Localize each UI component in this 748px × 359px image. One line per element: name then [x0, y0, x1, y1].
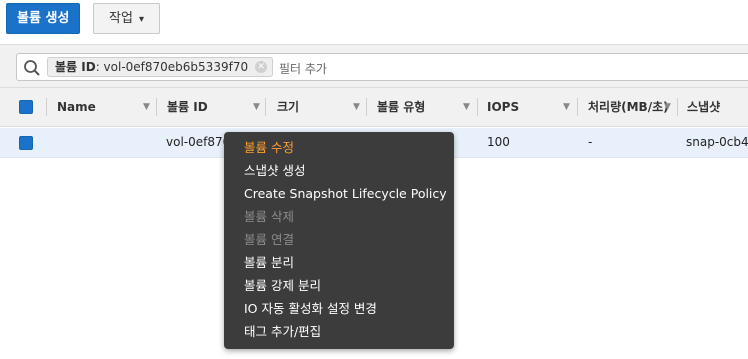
menu-item-modify-volume[interactable]: 볼륨 수정: [224, 136, 454, 159]
cell-throughput: -: [588, 135, 593, 149]
menu-item-edit-tags[interactable]: 태그 추가/편집: [224, 320, 454, 343]
table-header: Name ▼ 볼륨 ID ▼ 크기 ▼ 볼륨 유형 ▼ IOPS ▼ 처리량(M…: [0, 87, 748, 127]
menu-item-delete-volume: 볼륨 삭제: [244, 209, 294, 224]
menu-item-detach-volume[interactable]: 볼륨 분리: [224, 251, 454, 274]
filter-token[interactable]: 볼륨 ID: vol-0ef870eb6b5339f70 ✕: [47, 57, 274, 77]
select-all-checkbox[interactable]: [19, 100, 33, 114]
column-volume-type[interactable]: 볼륨 유형 ▼: [377, 88, 475, 126]
column-divider: [677, 98, 678, 116]
column-divider: [577, 98, 578, 116]
column-divider: [366, 98, 367, 116]
column-divider: [156, 98, 157, 116]
close-icon[interactable]: ✕: [255, 61, 268, 73]
menu-item-change-auto-enable-io[interactable]: IO 자동 활성화 설정 변경: [224, 297, 454, 320]
filter-bar: 볼륨 ID: vol-0ef870eb6b5339f70 ✕ 필터 추가: [0, 44, 748, 87]
sort-icon[interactable]: ▼: [143, 88, 150, 126]
column-volume-id[interactable]: 볼륨 ID ▼: [167, 88, 265, 126]
chevron-down-icon: ▾: [138, 14, 144, 25]
actions-button-label: 작업: [109, 11, 133, 26]
sort-icon[interactable]: ▼: [463, 88, 470, 126]
sort-icon[interactable]: ▼: [563, 88, 570, 126]
column-label: IOPS: [487, 100, 520, 114]
create-volume-button[interactable]: 볼륨 생성: [6, 3, 81, 34]
column-size[interactable]: 크기 ▼: [277, 88, 365, 126]
sort-icon[interactable]: ▼: [353, 88, 360, 126]
column-name[interactable]: Name ▼: [57, 88, 155, 126]
filter-token-key: 볼륨 ID: [55, 60, 96, 74]
row-checkbox[interactable]: [19, 136, 33, 150]
menu-item-create-snapshot[interactable]: 스냅샷 생성: [224, 159, 454, 182]
column-label: 처리량(MB/초): [588, 100, 669, 114]
filter-input[interactable]: 볼륨 ID: vol-0ef870eb6b5339f70 ✕ 필터 추가: [16, 53, 748, 81]
sort-icon[interactable]: ▼: [664, 88, 671, 126]
column-divider: [46, 98, 47, 116]
actions-context-menu: 볼륨 수정 스냅샷 생성 Create Snapshot Lifecycle P…: [224, 132, 454, 349]
menu-item-create-lifecycle-policy[interactable]: Create Snapshot Lifecycle Policy: [224, 182, 454, 205]
cell-iops: 100: [487, 135, 510, 149]
column-throughput[interactable]: 처리량(MB/초): [588, 88, 676, 126]
column-divider: [477, 98, 478, 116]
actions-button[interactable]: 작업 ▾: [93, 3, 160, 34]
toolbar: 볼륨 생성 작업 ▾: [0, 0, 748, 44]
menu-item-force-detach-volume[interactable]: 볼륨 강제 분리: [224, 274, 454, 297]
sort-icon[interactable]: ▼: [253, 88, 260, 126]
column-label: 크기: [277, 100, 300, 114]
column-label: 볼륨 ID: [167, 100, 208, 114]
search-icon: [24, 60, 40, 76]
filter-placeholder: 필터 추가: [279, 62, 327, 76]
column-iops[interactable]: IOPS ▼: [487, 88, 575, 126]
cell-snapshot: snap-0cb4: [686, 135, 748, 149]
column-snapshot[interactable]: 스냅샷: [687, 88, 748, 126]
column-label: 볼륨 유형: [377, 100, 426, 114]
column-divider: [265, 98, 266, 116]
column-label: Name: [57, 100, 96, 114]
filter-token-value: : vol-0ef870eb6b5339f70: [95, 60, 249, 74]
menu-item-attach-volume: 볼륨 연결: [244, 232, 294, 247]
column-label: 스냅샷: [687, 100, 721, 114]
cell-volume-id: vol-0ef870: [166, 135, 231, 149]
